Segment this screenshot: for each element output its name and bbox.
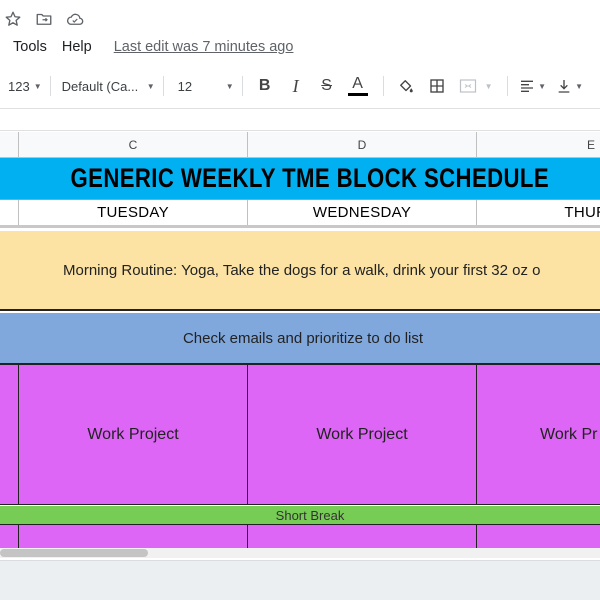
font-size-dropdown[interactable]: 12 ▼ [172, 72, 234, 100]
strikethrough-button[interactable]: S [313, 72, 341, 100]
merge-cells-icon [459, 79, 476, 93]
morning-routine-text: Morning Routine: Yoga, Take the dogs for… [63, 261, 541, 279]
chevron-down-icon[interactable]: ▼ [485, 82, 493, 91]
days-row: TUESDAY WEDNESDAY THURS [0, 200, 600, 228]
paint-bucket-icon [399, 80, 413, 93]
font-family-label: Default (Ca... [61, 78, 139, 94]
work-project-row: Work Project Work Project Work Pr [0, 365, 600, 505]
last-edit-link[interactable]: Last edit was 7 minutes ago [114, 39, 294, 55]
star-icon[interactable] [2, 8, 24, 30]
chevron-down-icon: ▼ [225, 81, 234, 91]
check-emails-text: Check emails and prioritize to do list [182, 329, 424, 347]
column-header-c[interactable]: C [19, 132, 248, 158]
toolbar-divider [241, 76, 243, 96]
sheet-grid: C D E GENERIC WEEKLY TME BLOCK SCHEDULE … [0, 132, 600, 550]
column-header-e[interactable]: E [477, 132, 600, 158]
work-project-cell-tuesday[interactable]: Work Project [19, 365, 248, 505]
vertical-align-button[interactable]: ▼ [553, 72, 587, 100]
work-project-cell-thursday[interactable]: Work Pr [477, 365, 600, 505]
number-format-dropdown[interactable]: 123 ▼ [8, 72, 42, 100]
menu-help[interactable]: Help [47, 39, 92, 55]
text-color-icon: A [347, 74, 368, 96]
chevron-down-icon: ▼ [146, 81, 155, 91]
chevron-down-icon: ▼ [538, 81, 546, 91]
text-color-glyph: A [352, 74, 363, 92]
toolbar-divider [382, 76, 384, 96]
toolbar-divider [49, 76, 51, 96]
menu-bar: Tools Help Last edit was 7 minutes ago [0, 37, 293, 57]
toolbar-divider [162, 76, 164, 96]
work-cell[interactable] [248, 525, 477, 550]
work-cell[interactable] [0, 525, 19, 550]
text-color-button[interactable]: A [344, 72, 372, 100]
title-icons [0, 8, 95, 30]
merge-cells-button[interactable] [454, 72, 482, 100]
fill-color-button[interactable] [392, 72, 420, 100]
chevron-down-icon: ▼ [33, 81, 42, 91]
formula-bar[interactable] [0, 109, 600, 131]
sheet-footer [0, 560, 600, 600]
font-size-label: 12 [177, 78, 193, 94]
horizontal-align-button[interactable]: ▼ [516, 72, 550, 100]
work-project-cell-wednesday[interactable]: Work Project [248, 365, 477, 505]
cloud-status-icon[interactable] [64, 8, 86, 30]
horizontal-scrollbar-thumb[interactable] [0, 549, 148, 557]
column-headers: C D E [0, 132, 600, 158]
align-left-icon [521, 80, 534, 92]
schedule-title-row[interactable]: GENERIC WEEKLY TME BLOCK SCHEDULE [0, 158, 600, 200]
short-break-text: Short Break [275, 507, 345, 523]
toolbar: 123 ▼ Default (Ca... ▼ 12 ▼ B I S A ▼ ▼ … [0, 68, 600, 104]
borders-button[interactable] [423, 72, 451, 100]
schedule-title: GENERIC WEEKLY TME BLOCK SCHEDULE [70, 163, 550, 193]
spreadsheet-app: Tools Help Last edit was 7 minutes ago 1… [0, 0, 600, 600]
check-emails-row[interactable]: Check emails and prioritize to do list [0, 313, 600, 365]
text-color-swatch [347, 92, 368, 96]
chevron-down-icon: ▼ [575, 81, 583, 91]
align-bottom-icon [558, 80, 570, 93]
number-format-label: 123 [8, 78, 30, 94]
day-cell[interactable] [0, 200, 19, 225]
day-cell-tuesday[interactable]: TUESDAY [19, 200, 248, 225]
italic-button[interactable]: I [282, 72, 310, 100]
work-cell[interactable] [19, 525, 248, 550]
column-header-b[interactable] [0, 132, 19, 158]
toolbar-divider [506, 76, 508, 96]
column-header-d[interactable]: D [248, 132, 477, 158]
work-cell[interactable] [477, 525, 600, 550]
work-project-row-2 [0, 525, 600, 550]
short-break-row[interactable]: Short Break [0, 506, 600, 525]
day-cell-wednesday[interactable]: WEDNESDAY [248, 200, 477, 225]
move-to-folder-icon[interactable] [33, 8, 55, 30]
menu-tools[interactable]: Tools [0, 39, 47, 55]
work-project-cell[interactable] [0, 365, 19, 505]
morning-routine-row[interactable]: Morning Routine: Yoga, Take the dogs for… [0, 231, 600, 311]
bold-button[interactable]: B [251, 72, 279, 100]
font-family-dropdown[interactable]: Default (Ca... ▼ [59, 72, 155, 100]
day-cell-thursday[interactable]: THURS [477, 200, 600, 225]
borders-icon [429, 79, 444, 93]
